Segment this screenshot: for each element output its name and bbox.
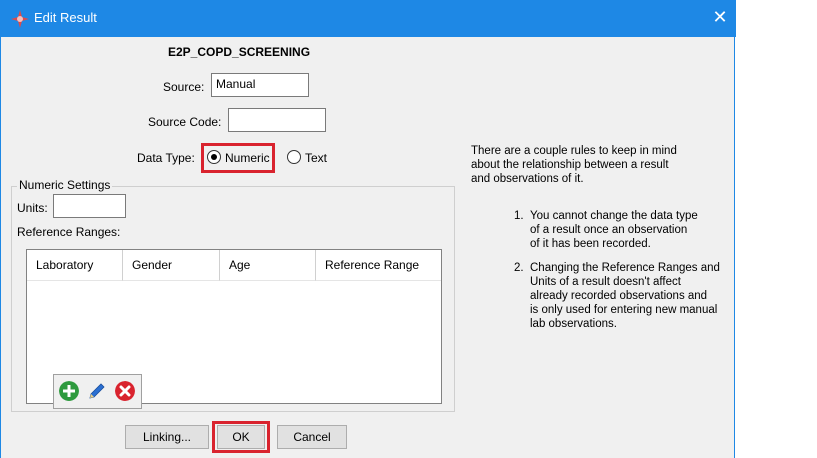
units-label: Units: xyxy=(17,201,48,215)
numeric-radio-label: Numeric xyxy=(225,151,270,165)
source-code-label: Source Code: xyxy=(148,115,222,129)
numeric-radio[interactable] xyxy=(207,150,221,164)
column-header-gender[interactable]: Gender xyxy=(123,250,220,281)
title-bar: Edit Result ✕ xyxy=(1,0,736,37)
rule-2-line-1: Changing the Reference Ranges and xyxy=(530,262,720,274)
column-header-reference-range[interactable]: Reference Range xyxy=(316,250,441,281)
text-radio[interactable] xyxy=(287,150,301,164)
help-intro-line-3: and observations of it. xyxy=(471,173,584,185)
text-radio-label: Text xyxy=(305,151,328,165)
edit-result-dialog: Edit Result ✕ E2P_COPD_SCREENING Source:… xyxy=(0,0,736,458)
app-logo-icon xyxy=(11,10,29,28)
close-icon[interactable]: ✕ xyxy=(711,8,729,26)
rule-2-line-2: Units of a result doesn't affect xyxy=(530,276,681,288)
rule-2-line-4: is only used for entering new manual xyxy=(530,304,718,316)
rule-1-line-3: of it has been recorded. xyxy=(530,238,651,250)
column-header-laboratory[interactable]: Laboratory xyxy=(27,250,123,281)
add-icon[interactable] xyxy=(59,381,79,401)
rule-1-number: 1. xyxy=(514,210,524,222)
rule-2-line-5: lab observations. xyxy=(530,318,617,330)
delete-icon[interactable] xyxy=(115,381,135,401)
result-name-heading: E2P_COPD_SCREENING xyxy=(168,45,311,59)
ok-highlight xyxy=(212,421,270,453)
linking-button[interactable]: Linking... xyxy=(125,425,209,449)
reference-ranges-label: Reference Ranges: xyxy=(17,225,121,239)
source-code-input[interactable] xyxy=(228,108,326,132)
rule-2-number: 2. xyxy=(514,262,524,274)
cancel-button[interactable]: Cancel xyxy=(277,425,347,449)
source-label: Source: xyxy=(163,80,205,94)
data-type-label: Data Type: xyxy=(137,151,195,165)
rule-1-line-2: of a result once an observation xyxy=(530,224,688,236)
units-input[interactable] xyxy=(53,194,126,218)
rule-2-line-3: already recorded observations and xyxy=(530,290,708,302)
rule-1-line-1: You cannot change the data type xyxy=(530,210,698,222)
numeric-settings-label: Numeric Settings xyxy=(17,178,113,192)
help-intro-line-1: There are a couple rules to keep in mind xyxy=(471,145,677,157)
edit-icon[interactable] xyxy=(87,381,107,401)
column-header-age[interactable]: Age xyxy=(220,250,316,281)
source-input[interactable]: Manual xyxy=(211,73,309,97)
window-title: Edit Result xyxy=(34,10,97,25)
reference-range-toolbar xyxy=(53,374,142,409)
help-intro-line-2: about the relationship between a result xyxy=(471,159,669,171)
